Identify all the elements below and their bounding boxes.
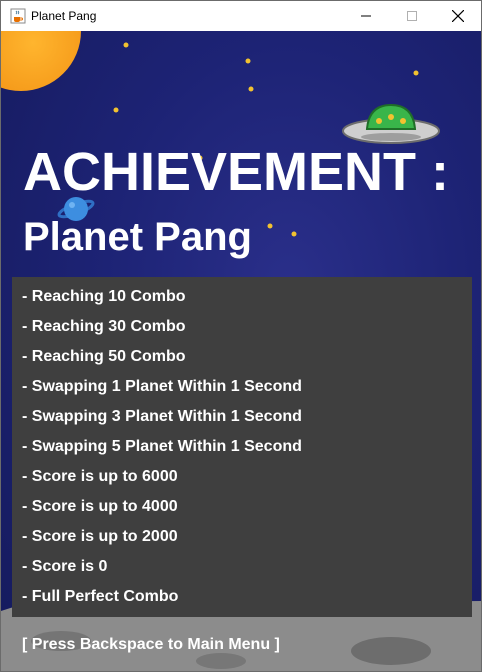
page-title: ACHIEVEMENT : [23, 142, 450, 202]
achievement-item: - Full Perfect Combo [22, 588, 179, 605]
game-canvas: ACHIEVEMENT : Planet Pang - Reaching 10 … [1, 31, 481, 671]
star-icon [291, 231, 297, 237]
close-icon [452, 10, 464, 22]
window-title: Planet Pang [31, 9, 97, 23]
java-cup-icon [10, 8, 26, 24]
star-icon [245, 58, 251, 64]
maximize-button[interactable] [389, 1, 435, 31]
star-icon [267, 223, 273, 229]
achievement-item: - Score is up to 6000 [22, 468, 178, 485]
achievement-list: - Reaching 10 Combo - Reaching 30 Combo … [22, 287, 302, 617]
title-bar[interactable]: Planet Pang [1, 1, 481, 31]
achievement-item: - Score is up to 4000 [22, 498, 178, 515]
minimize-icon [361, 15, 371, 17]
star-icon [123, 42, 129, 48]
achievement-item: - Reaching 10 Combo [22, 288, 186, 305]
achievement-panel: - Reaching 10 Combo - Reaching 30 Combo … [12, 277, 472, 617]
achievement-item: - Swapping 1 Planet Within 1 Second [22, 378, 302, 395]
sun-planet-graphic [1, 31, 81, 91]
achievement-item: - Swapping 5 Planet Within 1 Second [22, 438, 302, 455]
achievement-item: - Reaching 50 Combo [22, 348, 186, 365]
achievement-item: - Swapping 3 Planet Within 1 Second [22, 408, 302, 425]
minimize-button[interactable] [343, 1, 389, 31]
close-button[interactable] [435, 1, 481, 31]
star-icon [248, 86, 254, 92]
star-icon [413, 70, 419, 76]
achievement-item: - Reaching 30 Combo [22, 318, 186, 335]
maximize-icon [407, 11, 417, 21]
achievement-item: - Score is 0 [22, 558, 108, 575]
back-to-menu-hint: [ Press Backspace to Main Menu ] [22, 636, 280, 653]
star-icon [113, 107, 119, 113]
game-subtitle: Planet Pang [23, 215, 252, 259]
game-window: Planet Pang ACHIEVEMENT: Planet Pang - … [0, 0, 482, 672]
achievement-item: - Score is up to 2000 [22, 528, 178, 545]
